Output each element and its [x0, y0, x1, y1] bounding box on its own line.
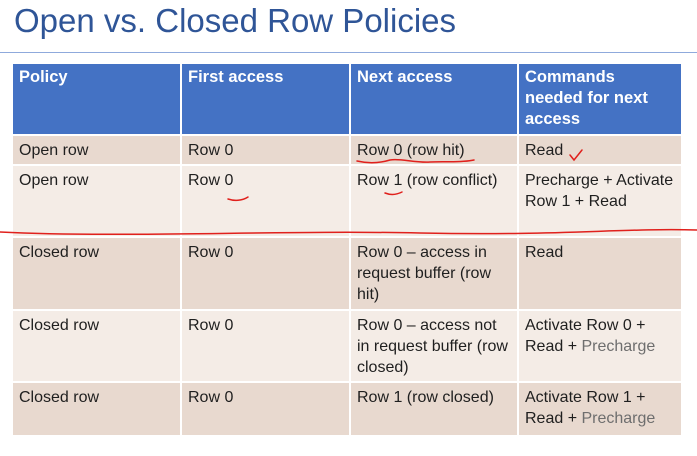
cell-policy: Open row [11, 164, 182, 238]
table-row: Closed row Row 0 Row 0 – access in reque… [11, 236, 683, 311]
cell-commands: Precharge + Activate Row 1 + Read [517, 164, 683, 238]
header-first-access: First access [180, 62, 351, 136]
cell-commands-text: Read [525, 142, 564, 159]
header-commands: Commands needed for next access [517, 62, 683, 136]
cell-next-access: Row 0 (row hit) [349, 134, 519, 166]
table-row: Open row Row 0 Row 1 (row conflict) Prec… [11, 164, 683, 238]
cell-policy: Closed row [11, 309, 182, 383]
cell-commands: Read [517, 134, 683, 166]
header-policy: Policy [11, 62, 182, 136]
cell-commands-text: Precharge + Activate Row 1 + Read [525, 172, 674, 210]
cell-commands: Read [517, 236, 683, 311]
cell-policy: Closed row [11, 236, 182, 311]
header-next-access: Next access [349, 62, 519, 136]
cell-first-access: Row 0 [180, 164, 351, 238]
title-underline [0, 52, 697, 53]
cell-first-access: Row 0 [180, 134, 351, 166]
table-row: Closed row Row 0 Row 0 – access not in r… [11, 309, 683, 383]
cell-first-access: Row 0 [180, 381, 351, 437]
cell-next-access: Row 1 (row conflict) [349, 164, 519, 238]
cell-policy: Open row [11, 134, 182, 166]
cell-commands-gray: Precharge [581, 410, 656, 427]
table-header-row: Policy First access Next access Commands… [11, 62, 683, 136]
cell-commands: Activate Row 0 + Read + Precharge [517, 309, 683, 383]
cell-commands-text: Read [525, 244, 564, 261]
cell-next-access: Row 0 – access not in request buffer (ro… [349, 309, 519, 383]
cell-policy: Closed row [11, 381, 182, 437]
cell-first-access: Row 0 [180, 236, 351, 311]
cell-next-access: Row 1 (row closed) [349, 381, 519, 437]
table-row: Closed row Row 0 Row 1 (row closed) Acti… [11, 381, 683, 437]
cell-first-access: Row 0 [180, 309, 351, 383]
cell-commands: Activate Row 1 + Read + Precharge [517, 381, 683, 437]
slide: Open vs. Closed Row Policies Policy Firs… [0, 0, 697, 456]
cell-commands-gray: Precharge [581, 338, 656, 355]
table-row: Open row Row 0 Row 0 (row hit) Read [11, 134, 683, 166]
cell-next-access: Row 0 – access in request buffer (row hi… [349, 236, 519, 311]
slide-title: Open vs. Closed Row Policies [14, 2, 457, 39]
policy-table: Policy First access Next access Commands… [11, 62, 683, 437]
